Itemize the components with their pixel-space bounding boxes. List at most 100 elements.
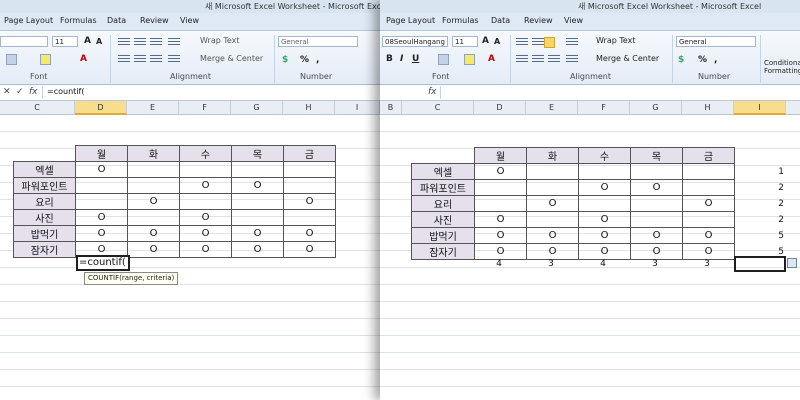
schedule-cell[interactable]: O	[75, 225, 128, 242]
align-center-icon[interactable]	[532, 55, 544, 64]
schedule-cell[interactable]: O	[682, 243, 735, 260]
schedule-cell[interactable]	[179, 193, 232, 210]
schedule-cell[interactable]	[231, 193, 284, 210]
conditional-formatting-button[interactable]: Conditional Formatting	[764, 59, 800, 75]
schedule-cell[interactable]: O	[231, 225, 284, 242]
table-header-day[interactable]: 목	[630, 147, 683, 164]
schedule-cell[interactable]: O	[127, 225, 180, 242]
column-header-h[interactable]: H	[283, 101, 335, 115]
schedule-cell[interactable]: O	[630, 179, 683, 196]
table-header-day[interactable]: 목	[231, 145, 284, 162]
tab-data[interactable]: Data	[491, 16, 510, 25]
schedule-cell[interactable]: O	[474, 227, 527, 244]
align-right-icon[interactable]	[150, 55, 162, 64]
column-header-e[interactable]: E	[127, 101, 179, 115]
row-label[interactable]: 엑셀	[411, 163, 475, 180]
row-label[interactable]: 잠자기	[411, 243, 475, 260]
schedule-cell[interactable]	[630, 195, 683, 212]
number-format-dropdown[interactable]: General	[278, 36, 358, 47]
column-count-cell[interactable]: 4	[474, 259, 524, 269]
schedule-cell[interactable]	[127, 161, 180, 178]
bold-icon[interactable]: B	[386, 54, 393, 64]
tab-view[interactable]: View	[564, 16, 583, 25]
row-label[interactable]: 밥먹기	[13, 225, 76, 242]
table-header-day[interactable]: 화	[127, 145, 180, 162]
currency-icon[interactable]: $	[282, 55, 288, 65]
schedule-cell[interactable]: O	[630, 227, 683, 244]
column-count-cell[interactable]: 3	[630, 259, 680, 269]
schedule-cell[interactable]	[682, 211, 735, 228]
schedule-cell[interactable]	[682, 163, 735, 180]
tab-page-layout[interactable]: Page Layout	[386, 16, 435, 25]
column-header-i[interactable]: I	[335, 101, 380, 115]
column-header-g[interactable]: G	[231, 101, 283, 115]
schedule-cell[interactable]: O	[231, 177, 284, 194]
schedule-cell[interactable]	[283, 161, 336, 178]
column-count-cell[interactable]: 4	[578, 259, 628, 269]
column-header-f[interactable]: F	[578, 101, 630, 115]
schedule-cell[interactable]: O	[474, 211, 527, 228]
tab-formulas[interactable]: Formulas	[60, 16, 97, 25]
schedule-cell[interactable]: O	[179, 241, 232, 258]
tab-review[interactable]: Review	[140, 16, 169, 25]
align-bottom-icon[interactable]	[544, 37, 555, 48]
schedule-cell[interactable]: O	[578, 243, 631, 260]
row-label[interactable]: 요리	[411, 195, 475, 212]
formula-input[interactable]: =countif(	[42, 86, 380, 99]
align-top-icon[interactable]	[118, 38, 130, 47]
schedule-cell[interactable]	[127, 177, 180, 194]
table-header-day[interactable]: 월	[75, 145, 128, 162]
align-bottom-icon[interactable]	[150, 38, 162, 47]
table-header-day[interactable]: 금	[682, 147, 735, 164]
enter-icon[interactable]: ✓	[16, 87, 24, 97]
fill-color-icon[interactable]	[464, 54, 475, 65]
column-header-b[interactable]: B	[380, 101, 402, 115]
schedule-cell[interactable]: O	[283, 225, 336, 242]
wrap-text-button[interactable]: Wrap Text	[596, 36, 636, 45]
schedule-cell[interactable]	[474, 195, 527, 212]
schedule-cell[interactable]: O	[283, 241, 336, 258]
row-count-cell[interactable]: 5	[764, 231, 784, 241]
align-right-icon[interactable]	[548, 55, 560, 64]
merge-center-button[interactable]: Merge & Center	[200, 54, 263, 63]
schedule-cell[interactable]: O	[578, 179, 631, 196]
currency-icon[interactable]: $	[678, 55, 684, 65]
column-header-h[interactable]: H	[682, 101, 734, 115]
column-header-g[interactable]: G	[630, 101, 682, 115]
grow-font-icon[interactable]: A	[84, 36, 91, 46]
row-count-cell[interactable]: 1	[764, 167, 784, 177]
schedule-cell[interactable]: O	[127, 241, 180, 258]
shrink-font-icon[interactable]: A	[494, 37, 500, 46]
table-header-day[interactable]: 금	[283, 145, 336, 162]
schedule-cell[interactable]	[179, 161, 232, 178]
row-label[interactable]: 잠자기	[13, 241, 76, 258]
schedule-cell[interactable]: O	[474, 163, 527, 180]
schedule-cell[interactable]: O	[127, 193, 180, 210]
font-name-dropdown[interactable]: 08SeoulHangang	[382, 36, 448, 47]
paste-options-icon[interactable]	[787, 258, 797, 268]
active-cell-editor[interactable]: =countif(	[76, 255, 130, 271]
active-cell[interactable]	[734, 256, 786, 272]
table-header-day[interactable]: 수	[578, 147, 631, 164]
schedule-cell[interactable]	[231, 161, 284, 178]
fx-icon[interactable]: fx	[29, 87, 38, 97]
column-header-c[interactable]: C	[0, 101, 75, 115]
align-middle-icon[interactable]	[134, 38, 146, 47]
indent-icon[interactable]	[566, 55, 578, 64]
tab-view[interactable]: View	[180, 16, 199, 25]
row-count-cell[interactable]: 2	[764, 215, 784, 225]
column-header-d[interactable]: D	[474, 101, 526, 115]
schedule-cell[interactable]	[75, 193, 128, 210]
row-label[interactable]: 밥먹기	[411, 227, 475, 244]
row-label[interactable]: 요리	[13, 193, 76, 210]
column-header-e[interactable]: E	[526, 101, 578, 115]
schedule-cell[interactable]	[630, 211, 683, 228]
underline-icon[interactable]: U	[412, 54, 419, 64]
row-label[interactable]: 파워포인트	[411, 179, 475, 196]
merge-center-button[interactable]: Merge & Center	[596, 54, 659, 63]
schedule-cell[interactable]: O	[179, 209, 232, 226]
tab-review[interactable]: Review	[524, 16, 553, 25]
font-name-dropdown[interactable]	[0, 36, 48, 47]
row-label[interactable]: 파워포인트	[13, 177, 76, 194]
column-header-c[interactable]: C	[402, 101, 474, 115]
